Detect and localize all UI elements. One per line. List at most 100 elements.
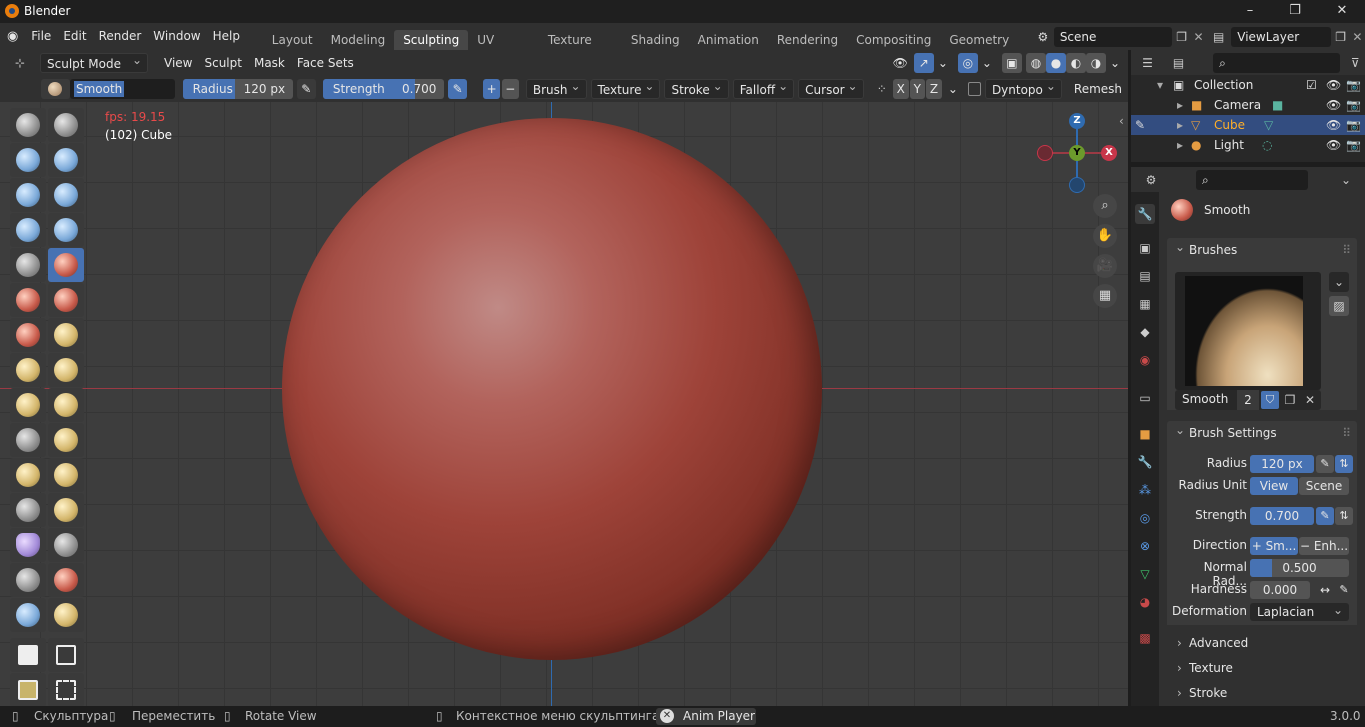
brush-list-dropdown-icon[interactable]: ⌄: [1329, 272, 1349, 292]
tool-smooth[interactable]: [48, 248, 84, 282]
anim-player-job[interactable]: ✕ Anim Player: [656, 708, 756, 725]
menu-face-sets[interactable]: Face Sets: [291, 53, 360, 73]
view-layer-icon[interactable]: ▤: [1206, 30, 1231, 44]
radius-prop-field[interactable]: 120 px: [1250, 455, 1314, 473]
cube-render-icon[interactable]: 📷: [1346, 115, 1361, 135]
cursor-dropdown[interactable]: Cursor: [798, 76, 864, 99]
tool-cloth[interactable]: [10, 528, 46, 562]
material-shading-icon[interactable]: ◐: [1065, 52, 1086, 73]
blender-menu-icon[interactable]: ◉: [0, 29, 25, 44]
deformation-dropdown[interactable]: Laplacian ⌄: [1250, 603, 1349, 621]
brush-settings-panel-header[interactable]: Brush Settings ⠿: [1167, 418, 1357, 445]
tool-thumb[interactable]: [10, 423, 46, 457]
view-layer-copy-icon[interactable]: ❐: [1331, 30, 1349, 44]
tool-pinch[interactable]: [10, 353, 46, 387]
strength-pressure-toggle-icon[interactable]: ✎: [1316, 507, 1334, 525]
tab-texture-icon[interactable]: ▩: [1135, 628, 1155, 648]
tab-sculpting[interactable]: Sculpting: [394, 29, 469, 50]
menu-edit[interactable]: Edit: [57, 23, 92, 50]
gizmo-x-axis[interactable]: X: [1101, 145, 1117, 161]
strength-prop-field[interactable]: 0.700: [1250, 507, 1314, 525]
tab-tool-icon[interactable]: 🔧: [1135, 204, 1155, 224]
tool-snake-hook[interactable]: [48, 388, 84, 422]
outliner-item-camera[interactable]: ▸ ■ Camera ■ 👁 📷: [1131, 95, 1365, 115]
properties-search-input[interactable]: ⌕: [1196, 169, 1308, 190]
brush-user-count[interactable]: 2: [1237, 390, 1259, 410]
direction-subtract-button[interactable]: −: [501, 78, 519, 99]
gizmo-neg-x-axis[interactable]: [1037, 145, 1053, 161]
strength-unified-toggle-icon[interactable]: ⇅: [1335, 507, 1353, 525]
outliner-search-input[interactable]: ⌕: [1213, 52, 1340, 73]
tab-output-icon[interactable]: ▤: [1135, 266, 1155, 286]
menu-sculpt[interactable]: Sculpt: [198, 53, 247, 73]
navigation-gizmo[interactable]: Z Y X: [1030, 104, 1128, 204]
tool-fill[interactable]: [48, 283, 84, 317]
tab-scene-icon[interactable]: ◆: [1135, 322, 1155, 342]
tab-compositing[interactable]: Compositing: [847, 30, 940, 50]
collapse-arrow-icon[interactable]: ▾: [1157, 75, 1163, 95]
tool-nudge[interactable]: [10, 458, 46, 492]
brushes-panel-header[interactable]: Brushes ⠿: [1167, 235, 1357, 262]
brush-name-field[interactable]: Smooth: [69, 78, 176, 99]
tab-uv-editing[interactable]: UV Editing: [468, 30, 539, 67]
outliner-collection[interactable]: ▾ ▣ Collection ☑ 👁 📷: [1131, 75, 1365, 95]
direction-enhance-button[interactable]: − Enh...: [1299, 537, 1349, 555]
tool-clay[interactable]: [10, 143, 46, 177]
radius-pressure-toggle-icon[interactable]: ✎: [1316, 455, 1334, 473]
tool-multires-displacement-eraser[interactable]: [10, 598, 46, 632]
expand-arrow-icon[interactable]: ▸: [1177, 115, 1183, 135]
light-render-icon[interactable]: 📷: [1346, 135, 1361, 155]
brush-image-icon[interactable]: ▨: [1329, 296, 1349, 316]
filter-icon[interactable]: ⊽: [1346, 56, 1365, 70]
menu-view[interactable]: View: [158, 53, 198, 73]
dyntopo-dropdown[interactable]: Dyntopo: [984, 76, 1062, 99]
tool-boundary[interactable]: [48, 493, 84, 527]
radius-slider[interactable]: Radius 120 px: [182, 78, 294, 99]
tab-data-icon[interactable]: ▽: [1135, 564, 1155, 584]
gizmo-y-axis[interactable]: Y: [1069, 145, 1085, 161]
camera-view-icon[interactable]: 🎥: [1093, 254, 1117, 278]
camera-render-icon[interactable]: 📷: [1346, 95, 1361, 115]
tool-slide-relax[interactable]: [10, 493, 46, 527]
symmetry-dropdown-icon[interactable]: ⌄: [942, 79, 964, 99]
tab-modifiers-icon[interactable]: 🔧: [1135, 452, 1155, 472]
properties-editor-icon[interactable]: ⚙: [1131, 173, 1171, 187]
solid-shading-icon[interactable]: ●: [1045, 52, 1066, 73]
tool-inflate[interactable]: [10, 213, 46, 247]
tab-collection-icon[interactable]: ▭: [1135, 388, 1155, 408]
panel-drag-handle-icon[interactable]: ⠿: [1342, 238, 1351, 262]
brush-dropdown[interactable]: Brush: [525, 76, 587, 99]
tab-physics-icon[interactable]: ◎: [1135, 508, 1155, 528]
overlay-toggle-icon[interactable]: ◎: [957, 52, 978, 73]
tab-rendering[interactable]: Rendering: [768, 30, 847, 50]
editor-type-icon[interactable]: ⊹: [0, 56, 40, 70]
duplicate-brush-icon[interactable]: ❐: [1281, 391, 1299, 409]
collection-checkbox[interactable]: ☑: [1306, 75, 1317, 95]
scene-copy-icon[interactable]: ❐: [1172, 30, 1190, 44]
gizmo-neg-z-axis[interactable]: [1069, 177, 1085, 193]
tool-draw-face-sets[interactable]: [48, 563, 84, 597]
symmetry-y-toggle[interactable]: Y: [909, 78, 926, 99]
hardness-field[interactable]: 0.000: [1250, 581, 1310, 599]
tab-constraints-icon[interactable]: ⊗: [1135, 536, 1155, 556]
wireframe-shading-icon[interactable]: ◍: [1025, 52, 1046, 73]
cube-visibility-icon[interactable]: 👁: [1326, 115, 1341, 135]
gizmo-dropdown-icon[interactable]: ⌄: [934, 53, 952, 73]
radius-pressure-icon[interactable]: ✎: [297, 78, 316, 99]
direction-add-button[interactable]: +: [483, 78, 500, 99]
menu-mask[interactable]: Mask: [248, 53, 291, 73]
menu-help[interactable]: Help: [207, 23, 246, 50]
hardness-pressure-icon[interactable]: ✎: [1335, 581, 1353, 599]
remesh-dropdown[interactable]: Remesh: [1068, 79, 1128, 99]
collection-visibility-icon[interactable]: 👁: [1326, 75, 1341, 95]
pan-hand-icon[interactable]: ✋: [1093, 224, 1117, 248]
tool-box-face-set[interactable]: [10, 673, 46, 707]
menu-file[interactable]: File: [25, 23, 57, 50]
tab-world-icon[interactable]: ◉: [1135, 350, 1155, 370]
symmetry-icon[interactable]: ⁘: [872, 82, 892, 96]
gizmo-z-axis[interactable]: Z: [1069, 113, 1085, 129]
tool-clay-thumb[interactable]: [10, 178, 46, 212]
menu-render[interactable]: Render: [93, 23, 148, 50]
rendered-shading-icon[interactable]: ◑: [1085, 52, 1106, 73]
texture-subpanel[interactable]: Texture: [1167, 656, 1357, 680]
